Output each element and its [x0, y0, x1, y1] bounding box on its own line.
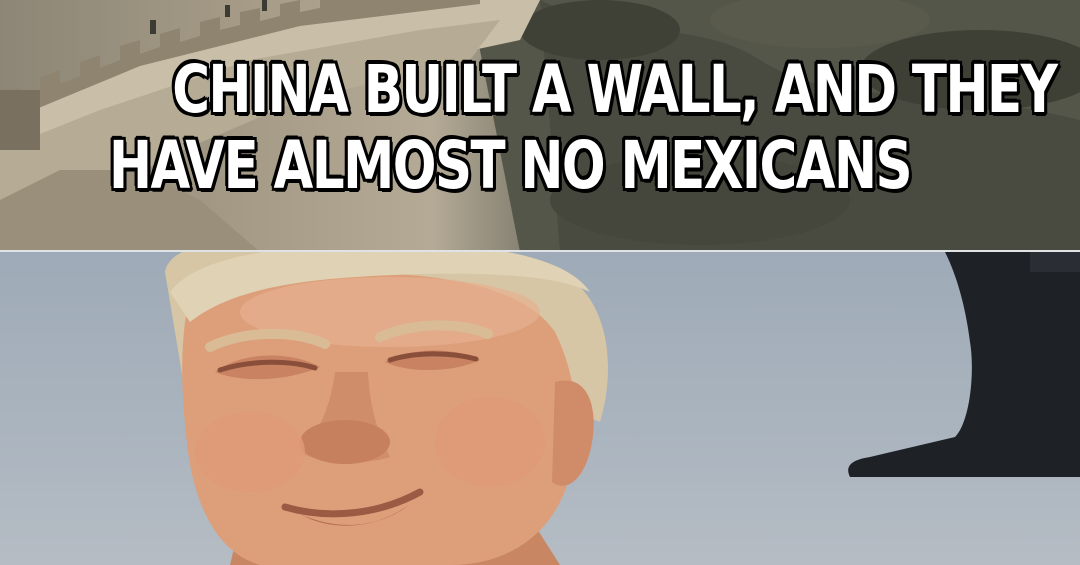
meme-image: CHINA BUILT A WALL, AND THEY HAVE ALMOST… — [0, 0, 1080, 565]
caption-line-2: HAVE ALMOST NO MEXICANS — [108, 127, 913, 204]
top-panel-wall-photo: CHINA BUILT A WALL, AND THEY HAVE ALMOST… — [0, 0, 1080, 252]
bottom-panel-face-photo — [0, 252, 1080, 565]
caption-line-1: CHINA BUILT A WALL, AND THEY — [172, 51, 1058, 128]
meme-caption: CHINA BUILT A WALL, AND THEY HAVE ALMOST… — [0, 52, 1080, 204]
smug-face-illustration — [165, 252, 1080, 565]
